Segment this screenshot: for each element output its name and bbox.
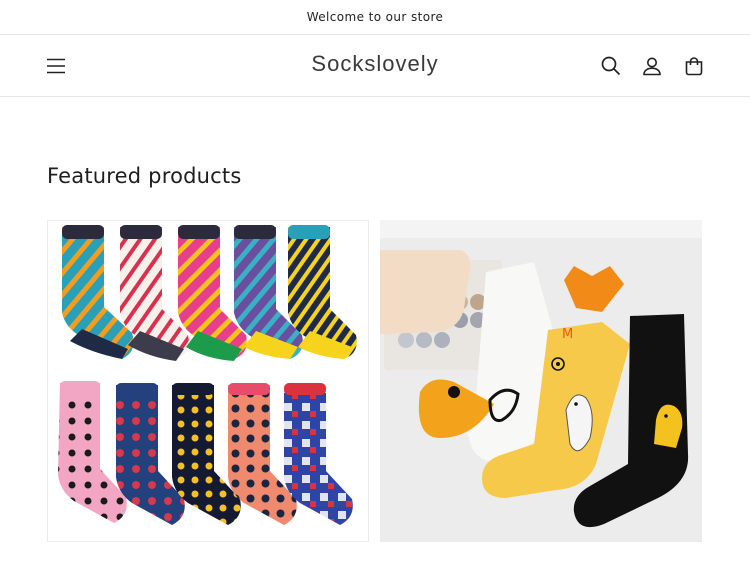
argyle-socks-image (48, 221, 368, 541)
brand-name[interactable]: Sockslovely (311, 51, 438, 76)
search-icon[interactable] (598, 53, 624, 79)
product-card-image[interactable] (47, 220, 369, 542)
svg-text:M: M (562, 327, 573, 342)
announcement-bar: Welcome to our store (0, 0, 750, 35)
product-card-image[interactable]: M (380, 220, 702, 542)
section-title: Featured products (47, 164, 242, 188)
announcement-text: Welcome to our store (306, 10, 444, 24)
account-icon[interactable] (639, 53, 665, 79)
cart-icon[interactable] (681, 53, 707, 79)
site-header: Sockslovely (0, 36, 750, 97)
brand-logo: Sockslovely (0, 51, 750, 77)
duck-socks-image: M (380, 220, 702, 542)
